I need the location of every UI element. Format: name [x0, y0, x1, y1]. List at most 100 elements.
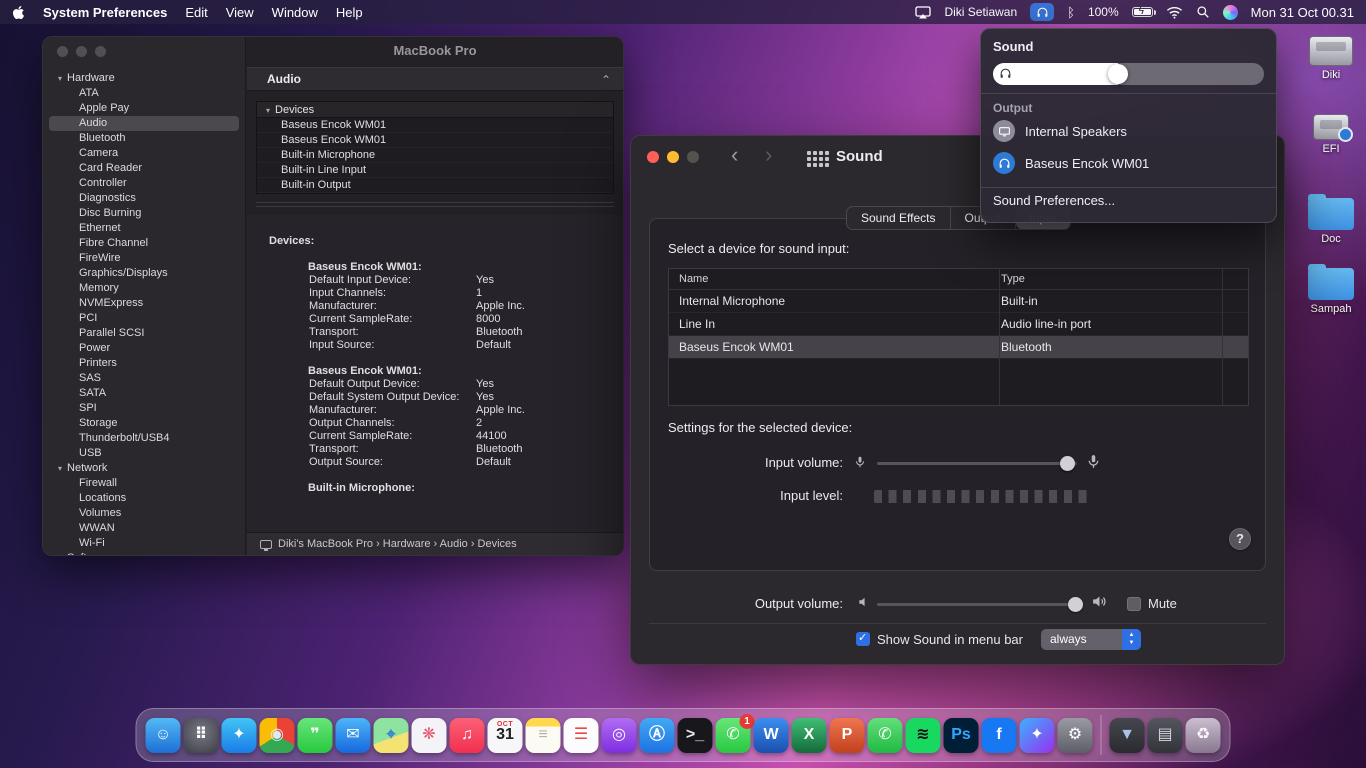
sidebar-item[interactable]: Ethernet: [49, 221, 239, 236]
close-button[interactable]: [647, 151, 659, 163]
dock-facetime[interactable]: ✆ 1: [716, 718, 751, 753]
tree-group-devices[interactable]: Devices: [257, 102, 613, 118]
tree-row[interactable]: Baseus Encok WM01: [257, 118, 613, 133]
show-sound-menubar-checkbox[interactable]: [856, 632, 870, 646]
menubar-menu[interactable]: View: [226, 5, 254, 20]
sidebar-item[interactable]: WWAN: [49, 521, 239, 536]
dock-app-store[interactable]: Ⓐ: [640, 718, 675, 753]
screen-mirroring-icon[interactable]: [915, 6, 931, 19]
dock-facebook[interactable]: f: [982, 718, 1017, 753]
column-divider[interactable]: [1222, 269, 1223, 405]
sidebar-item[interactable]: Power: [49, 341, 239, 356]
siri-icon[interactable]: [1223, 5, 1238, 20]
column-header-type[interactable]: Type: [991, 269, 1025, 289]
dock-mail[interactable]: ✉: [336, 718, 371, 753]
sidebar-item[interactable]: Camera: [49, 146, 239, 161]
popover-volume-slider[interactable]: [993, 63, 1264, 85]
sidebar-item[interactable]: ATA: [49, 86, 239, 101]
sidebar-item[interactable]: Software: [49, 551, 239, 555]
dock-chrome[interactable]: ◉: [260, 718, 295, 753]
dock-messages[interactable]: ❞: [298, 718, 333, 753]
audio-section-header[interactable]: Audio ⌃: [247, 67, 623, 91]
dock-terminal[interactable]: >_: [678, 718, 713, 753]
output-volume-slider[interactable]: [877, 597, 1083, 612]
sound-preferences-item[interactable]: Sound Preferences...: [993, 188, 1264, 214]
slider-knob[interactable]: [1068, 597, 1083, 612]
table-row[interactable]: Line In Audio line-in port: [669, 313, 1248, 336]
dock-excel[interactable]: X: [792, 718, 827, 753]
dock-whatsapp[interactable]: ✆: [868, 718, 903, 753]
tree-row[interactable]: Built-in Output: [257, 178, 613, 193]
sidebar-item[interactable]: Printers: [49, 356, 239, 371]
dock-calendar[interactable]: OCT 31: [488, 718, 523, 753]
sidebar-item[interactable]: Memory: [49, 281, 239, 296]
sidebar-item[interactable]: Parallel SCSI: [49, 326, 239, 341]
sidebar-item[interactable]: Bluetooth: [49, 131, 239, 146]
zoom-button[interactable]: [687, 151, 699, 163]
help-button[interactable]: ?: [1229, 528, 1251, 550]
collapse-chevron-icon[interactable]: ⌃: [601, 69, 611, 91]
sidebar-item[interactable]: Volumes: [49, 506, 239, 521]
minimize-button[interactable]: [76, 46, 87, 57]
popover-output-internal-speakers[interactable]: Internal Speakers: [993, 115, 1264, 147]
table-row[interactable]: Internal Microphone Built-in: [669, 290, 1248, 313]
bluetooth-icon[interactable]: ᛒ: [1067, 6, 1075, 19]
always-dropdown[interactable]: always ▲▼: [1041, 629, 1141, 650]
desktop-icon-efi[interactable]: EFI: [1298, 114, 1364, 155]
desktop-icon-doc[interactable]: Doc: [1298, 194, 1364, 245]
desktop-icon-sampah[interactable]: Sampah: [1298, 264, 1364, 315]
sidebar-item[interactable]: Firewall: [49, 476, 239, 491]
tree-row[interactable]: Baseus Encok WM01: [257, 133, 613, 148]
back-button[interactable]: ‹: [731, 142, 738, 168]
sidebar-item[interactable]: Wi-Fi: [49, 536, 239, 551]
apple-menu-icon[interactable]: [12, 5, 25, 20]
sidebar-item[interactable]: PCI: [49, 311, 239, 326]
tree-row[interactable]: Built-in Line Input: [257, 163, 613, 178]
zoom-button[interactable]: [95, 46, 106, 57]
dock-powerpoint[interactable]: P: [830, 718, 865, 753]
slider-knob[interactable]: [1060, 456, 1075, 471]
dock-downloads[interactable]: ▼: [1110, 718, 1145, 753]
menubar-user-name[interactable]: Diki Setiawan: [944, 5, 1017, 19]
sidebar-item[interactable]: Storage: [49, 416, 239, 431]
sidebar-item[interactable]: SATA: [49, 386, 239, 401]
dock-reminders[interactable]: ☰: [564, 718, 599, 753]
mute-checkbox[interactable]: [1127, 597, 1141, 611]
dock-maps[interactable]: ⌖: [374, 718, 409, 753]
sidebar-item[interactable]: SPI: [49, 401, 239, 416]
sidebar-item[interactable]: Audio: [49, 116, 239, 131]
sidebar-item[interactable]: Network: [49, 461, 239, 476]
sidebar-item[interactable]: Graphics/Displays: [49, 266, 239, 281]
forward-button[interactable]: ›: [765, 142, 772, 168]
desktop-icon-diki[interactable]: Diki: [1298, 36, 1364, 81]
wifi-icon[interactable]: [1166, 6, 1183, 19]
dock-messenger[interactable]: ✦: [1020, 718, 1055, 753]
dock-spotify[interactable]: ≋: [906, 718, 941, 753]
menubar-menu[interactable]: Edit: [185, 5, 207, 20]
dock-podcasts[interactable]: ◎: [602, 718, 637, 753]
sidebar-item[interactable]: NVMExpress: [49, 296, 239, 311]
dock-finder[interactable]: ☺: [146, 718, 181, 753]
tree-row[interactable]: Built-in Microphone: [257, 148, 613, 163]
input-volume-slider[interactable]: [877, 456, 1077, 471]
sidebar-item[interactable]: Card Reader: [49, 161, 239, 176]
sidebar-item[interactable]: Fibre Channel: [49, 236, 239, 251]
slider-knob[interactable]: [1108, 64, 1128, 84]
sidebar-item[interactable]: SAS: [49, 371, 239, 386]
sidebar-item[interactable]: Locations: [49, 491, 239, 506]
dock-photos[interactable]: ❋: [412, 718, 447, 753]
sidebar-item[interactable]: Disc Burning: [49, 206, 239, 221]
close-button[interactable]: [57, 46, 68, 57]
sidebar-item[interactable]: FireWire: [49, 251, 239, 266]
menubar-menu[interactable]: Help: [336, 5, 363, 20]
column-header-name[interactable]: Name: [669, 269, 991, 289]
menubar-app-name[interactable]: System Preferences: [43, 5, 167, 20]
breadcrumb[interactable]: Diki's MacBook Pro › Hardware › Audio › …: [278, 538, 517, 550]
dock-photoshop[interactable]: Ps: [944, 718, 979, 753]
sidebar-item[interactable]: Diagnostics: [49, 191, 239, 206]
sidebar-item[interactable]: USB: [49, 446, 239, 461]
dock-safari[interactable]: ✦: [222, 718, 257, 753]
dock-system-preferences[interactable]: ⚙: [1058, 718, 1093, 753]
pane-splitter[interactable]: [256, 199, 614, 207]
dock-notes[interactable]: ≡: [526, 718, 561, 753]
